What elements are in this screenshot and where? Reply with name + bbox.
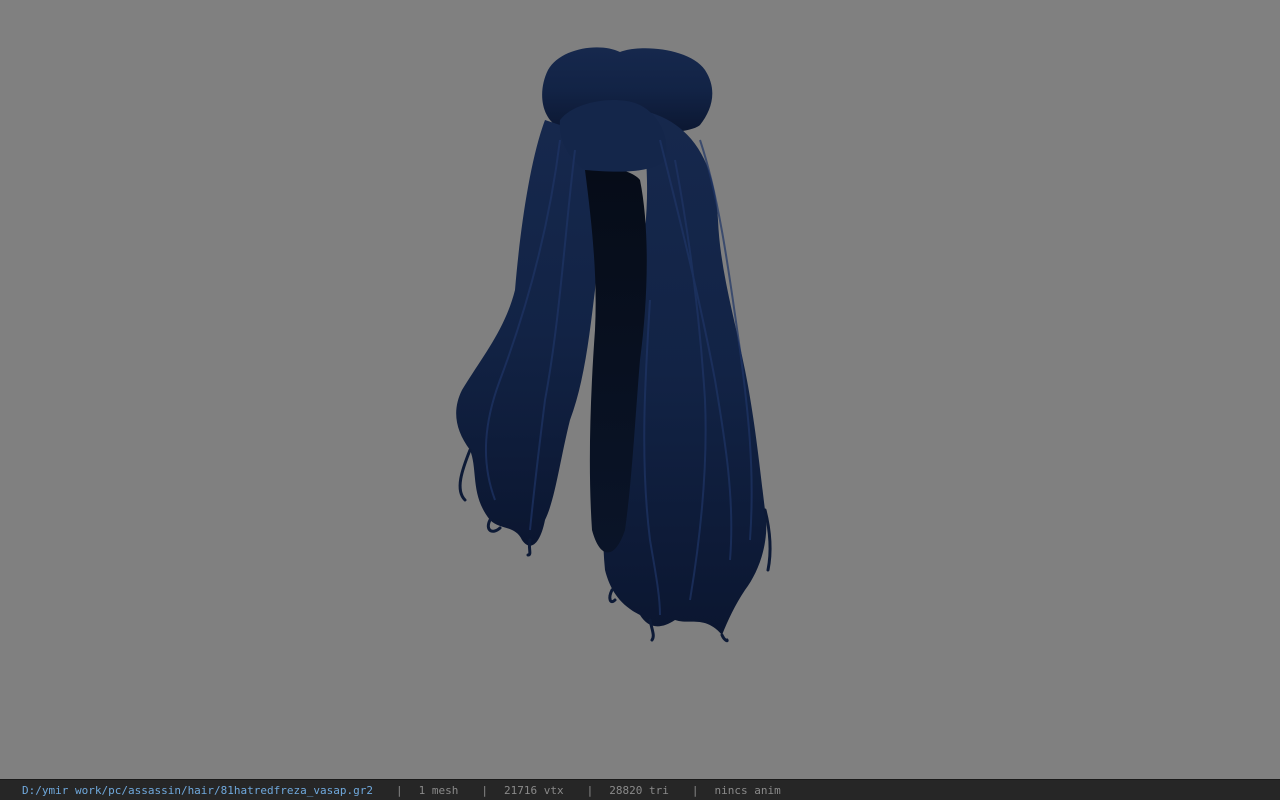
status-triangle-count: 28820 tri — [609, 783, 669, 797]
status-separator: | — [586, 783, 594, 797]
status-separator: | — [691, 783, 699, 797]
status-separator: | — [481, 783, 488, 797]
status-file-path: D:/ymir work/pc/assassin/hair/81hatredfr… — [22, 783, 373, 797]
status-vertex-count: 21716 vtx — [504, 783, 564, 797]
status-separator: | — [396, 783, 403, 797]
status-animation: nincs anim — [714, 783, 781, 797]
status-mesh-count: 1 mesh — [418, 783, 459, 797]
status-bar: D:/ymir work/pc/assassin/hair/81hatredfr… — [0, 779, 1280, 800]
hair-model-render[interactable] — [0, 0, 1280, 779]
hair-left-strands — [456, 120, 597, 546]
3d-viewport[interactable] — [0, 0, 1280, 779]
